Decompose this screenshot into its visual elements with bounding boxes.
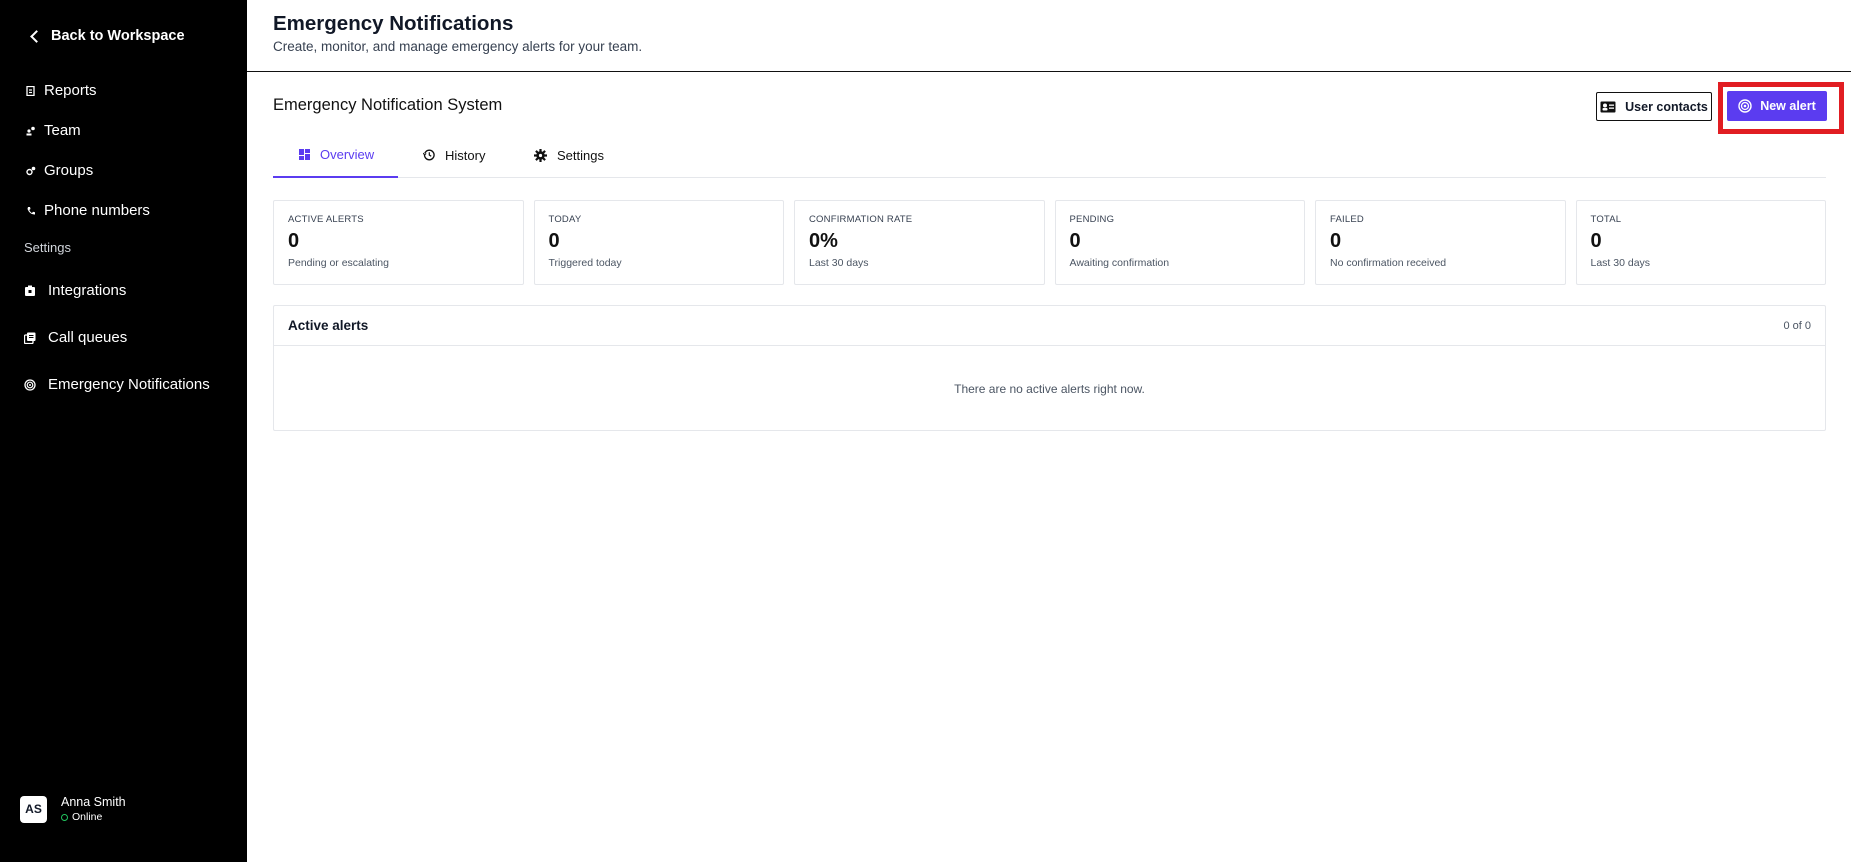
page-header: Emergency Notifications Create, monitor,…	[247, 0, 1851, 72]
user-contacts-button[interactable]: User contacts	[1596, 92, 1712, 121]
contact-card-icon	[1600, 101, 1616, 112]
stat-card-total: TOTAL 0 Last 30 days	[1575, 200, 1826, 285]
stats-row: ACTIVE ALERTS 0 Pending or escalating TO…	[273, 200, 1826, 285]
stat-value: 0	[1590, 230, 1602, 252]
sidebar-item-reports[interactable]: Reports	[26, 82, 97, 99]
sidebar-item-label: Reports	[44, 82, 97, 99]
stat-subtext: Awaiting confirmation	[1069, 257, 1170, 269]
panel-header: Active alerts 0 of 0	[274, 306, 1825, 346]
sidebar-item-label: Emergency Notifications	[48, 376, 210, 393]
user-status-label: Online	[72, 811, 103, 823]
user-status: Online	[61, 811, 126, 823]
settings-section-label: Settings	[24, 240, 71, 255]
tab-label: History	[445, 147, 486, 163]
sidebar-item-label: Groups	[44, 162, 94, 179]
sidebar-item-label: Team	[44, 122, 81, 139]
tab-label: Overview	[320, 146, 375, 162]
stat-card-failed: FAILED 0 No confirmation received	[1315, 200, 1566, 285]
user-contacts-label: User contacts	[1625, 99, 1708, 114]
avatar: AS	[20, 795, 47, 823]
stat-label: FAILED	[1330, 214, 1364, 225]
sidebar-item-label: Phone numbers	[44, 202, 150, 219]
sidebar-item-phone-numbers[interactable]: Phone numbers	[26, 202, 150, 219]
report-icon	[26, 85, 35, 96]
chevron-left-icon	[30, 29, 43, 43]
active-alerts-panel: Active alerts 0 of 0 There are no active…	[273, 305, 1826, 431]
sidebar-item-emergency-notifications[interactable]: Emergency Notifications	[24, 376, 210, 393]
new-alert-button[interactable]: New alert	[1727, 91, 1827, 121]
sidebar-item-label: Call queues	[48, 329, 128, 346]
stat-subtext: Last 30 days	[1590, 257, 1651, 269]
history-icon	[423, 149, 435, 161]
page-subtitle: Create, monitor, and manage emergency al…	[273, 39, 643, 54]
call-queues-icon	[24, 332, 36, 344]
sidebar: Back to Workspace Reports Team Groups Ph…	[0, 0, 247, 862]
emergency-icon	[24, 378, 36, 391]
alert-radar-icon	[1738, 99, 1752, 113]
stat-subtext: No confirmation received	[1330, 257, 1447, 269]
phone-icon	[27, 206, 35, 215]
panel-title: Active alerts	[288, 318, 369, 333]
team-icon	[26, 126, 35, 135]
back-label: Back to Workspace	[51, 28, 185, 44]
integrations-icon	[25, 285, 35, 296]
sidebar-item-groups[interactable]: Groups	[26, 162, 93, 179]
back-to-workspace-link[interactable]: Back to Workspace	[28, 28, 185, 44]
user-profile[interactable]: AS Anna Smith Online	[20, 795, 126, 823]
stat-label: ACTIVE ALERTS	[288, 214, 364, 225]
empty-state-message: There are no active alerts right now.	[954, 382, 1145, 396]
dashboard-icon	[299, 148, 310, 160]
sidebar-item-team[interactable]: Team	[26, 122, 81, 139]
sidebar-item-label: Integrations	[48, 282, 127, 299]
sidebar-item-call-queues[interactable]: Call queues	[24, 329, 127, 346]
stat-value: 0	[548, 230, 560, 252]
page-title: Emergency Notifications	[273, 12, 514, 35]
tab-settings[interactable]: Settings	[534, 132, 604, 178]
tab-bar: Overview History Settings	[273, 132, 1826, 178]
alert-count: 0 of 0	[1783, 319, 1811, 332]
stat-label: TODAY	[548, 214, 582, 225]
stat-subtext: Triggered today	[548, 257, 622, 269]
gear-icon	[534, 148, 547, 162]
stat-subtext: Last 30 days	[809, 257, 869, 269]
groups-icon	[26, 166, 36, 175]
tab-label: Settings	[557, 147, 604, 163]
online-status-icon	[61, 813, 68, 821]
stat-card-active-alerts: ACTIVE ALERTS 0 Pending or escalating	[273, 200, 524, 285]
user-name: Anna Smith	[61, 795, 126, 809]
stat-card-pending: PENDING 0 Awaiting confirmation	[1054, 200, 1305, 285]
new-alert-label: New alert	[1760, 99, 1816, 113]
section-title: Emergency Notification System	[273, 96, 503, 114]
stat-label: CONFIRMATION RATE	[809, 214, 913, 225]
stat-label: PENDING	[1069, 214, 1115, 225]
stat-value: 0%	[809, 230, 838, 252]
stat-subtext: Pending or escalating	[288, 257, 389, 269]
sidebar-item-integrations[interactable]: Integrations	[24, 282, 126, 299]
stat-value: 0	[1330, 230, 1342, 252]
stat-value: 0	[1069, 230, 1081, 252]
stat-value: 0	[288, 230, 300, 252]
stat-card-today: TODAY 0 Triggered today	[533, 200, 784, 285]
tab-overview[interactable]: Overview	[273, 132, 398, 178]
tab-history[interactable]: History	[423, 132, 485, 178]
stat-label: TOTAL	[1590, 214, 1622, 225]
stat-card-confirmation-rate: CONFIRMATION RATE 0% Last 30 days	[794, 200, 1045, 285]
